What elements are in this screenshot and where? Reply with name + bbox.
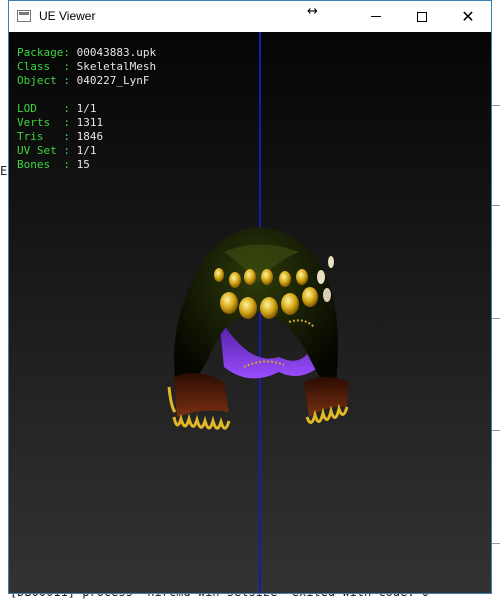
info-row-package: Package: 00043883.upk	[17, 46, 157, 59]
minimize-button[interactable]	[353, 1, 399, 32]
maximize-icon	[417, 11, 427, 22]
info-row-lod: LOD : 1/1	[17, 102, 97, 115]
app-window-icon[interactable]	[17, 10, 31, 22]
3d-viewport[interactable]: Package: 00043883.upk Class : SkeletalMe…	[9, 32, 491, 593]
info-row-uvset: UV Set : 1/1	[17, 144, 97, 157]
maximize-button[interactable]	[399, 1, 445, 32]
info-row-bones: Bones : 15	[17, 158, 90, 171]
info-row-verts: Verts : 1311	[17, 116, 104, 129]
mesh-info-overlay: Package: 00043883.upk Class : SkeletalMe…	[17, 46, 156, 172]
close-icon: ✕	[461, 6, 475, 26]
title-bar[interactable]: UE Viewer ↔ ✕	[9, 1, 491, 32]
move-cursor-icon: ↔	[307, 4, 318, 19]
minimize-icon	[371, 16, 381, 17]
skeletal-mesh-headdress	[167, 227, 349, 430]
window-title: UE Viewer	[39, 9, 96, 23]
info-row-object: Object : 040227_LynF	[17, 74, 150, 87]
close-button[interactable]: ✕	[445, 1, 491, 32]
info-row-class: Class : SkeletalMesh	[17, 60, 157, 73]
ue-viewer-window[interactable]: UE Viewer ↔ ✕ Package: 00043883.upk Clas…	[8, 0, 492, 594]
info-row-tris: Tris : 1846	[17, 130, 104, 143]
